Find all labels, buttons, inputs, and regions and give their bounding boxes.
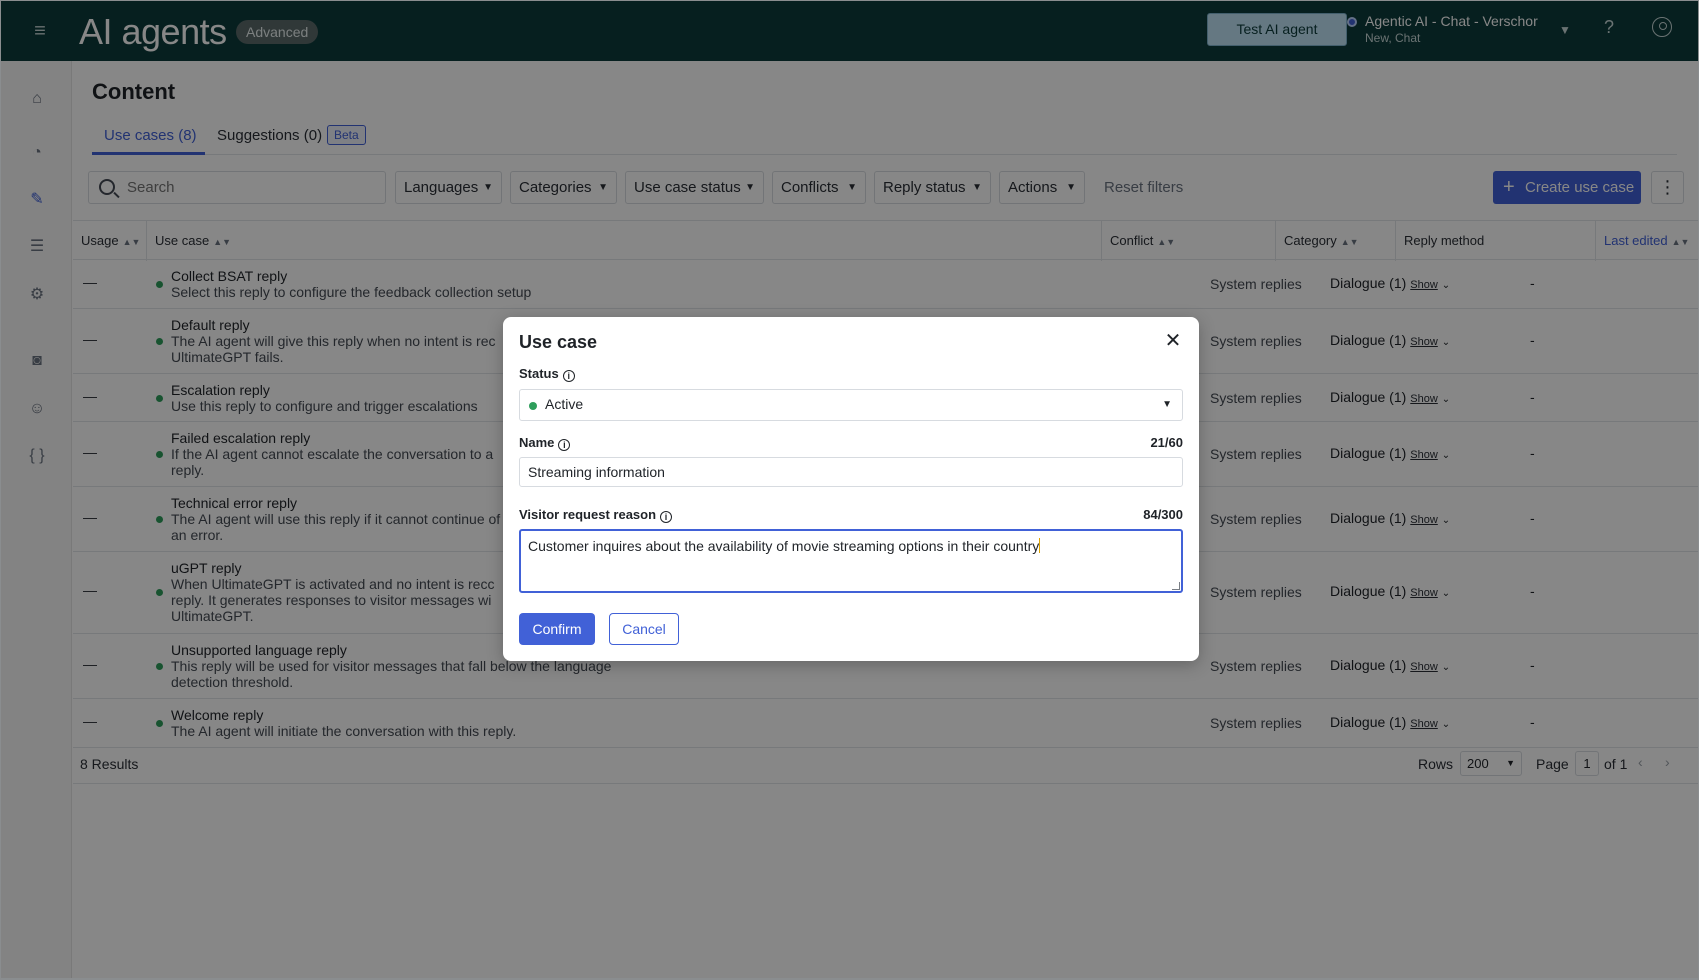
use-case-dialog: Use case ✕ Status i Active ▼ Name i 21/60 … [503, 317, 1199, 661]
cancel-button[interactable]: Cancel [609, 613, 679, 645]
info-icon[interactable]: i [660, 511, 673, 523]
visitor-request-reason-label: Visitor request reason i [519, 507, 673, 523]
status-value: Active [545, 396, 584, 412]
text-cursor [1039, 538, 1041, 553]
app-window: ≡ AI agents Advanced Test AI agent Agent… [1, 1, 1698, 978]
dialog-title: Use case [519, 332, 598, 352]
confirm-button[interactable]: Confirm [519, 613, 595, 645]
name-char-count: 21/60 [1150, 435, 1183, 450]
info-icon[interactable]: i [562, 370, 575, 382]
info-icon[interactable]: i [558, 439, 571, 451]
close-icon[interactable]: ✕ [1163, 331, 1183, 351]
visitor-request-reason-textarea[interactable]: Customer inquires about the availability… [519, 529, 1183, 593]
name-label: Name i [519, 435, 571, 451]
status-label: Status i [519, 366, 575, 382]
caret-down-icon: ▼ [1162, 399, 1172, 410]
reason-char-count: 84/300 [1143, 507, 1183, 522]
name-input[interactable]: Streaming information [519, 457, 1183, 487]
status-active-icon [529, 402, 537, 410]
status-select[interactable]: Active ▼ [519, 389, 1183, 421]
resize-handle-icon[interactable] [1172, 582, 1180, 590]
